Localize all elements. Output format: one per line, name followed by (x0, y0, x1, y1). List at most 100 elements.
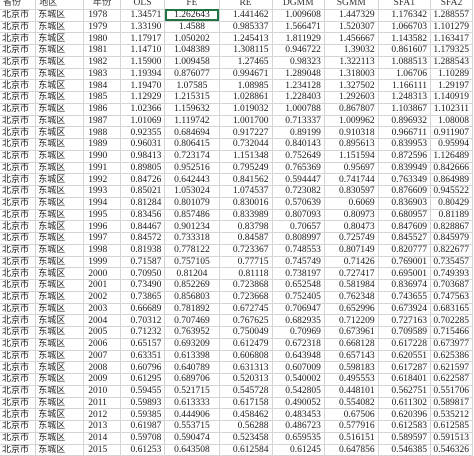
cell-re[interactable]: 0.723868 (218, 279, 273, 292)
cell-year[interactable]: 2004 (83, 314, 121, 327)
cell-region[interactable]: 东城区 (35, 67, 85, 81)
cell-sgmm[interactable]: 0.895613 (323, 138, 379, 151)
cell-sfa2[interactable]: 1.140919 (429, 91, 474, 104)
cell-dgmm[interactable]: 1.811929 (271, 32, 325, 45)
cell-fe[interactable]: 0.876077 (164, 67, 220, 81)
cell-sfa1[interactable]: 0.589597 (377, 431, 431, 445)
column-header-re[interactable]: RE (218, 0, 273, 10)
cell-fe[interactable]: 0.613398 (164, 349, 220, 363)
cell-region[interactable]: 东城区 (35, 396, 85, 410)
cell-re[interactable]: 0.833989 (218, 208, 273, 222)
cell-sgmm[interactable]: 0.762348 (323, 290, 379, 304)
cell-re[interactable]: 1.245413 (218, 32, 273, 45)
cell-ols[interactable]: 1.12929 (119, 91, 166, 104)
cell-sgmm[interactable]: 0.67506 (323, 408, 379, 421)
cell-dgmm[interactable]: 1.289048 (271, 67, 325, 81)
cell-re[interactable]: 0.523458 (218, 431, 273, 445)
cell-year[interactable]: 1981 (83, 44, 121, 57)
cell-region[interactable]: 东城区 (35, 208, 85, 222)
cell-sfa1[interactable]: 0.847609 (377, 220, 431, 233)
column-header-sfa2[interactable]: SFA2 (429, 0, 474, 10)
cell-ols[interactable]: 0.98413 (119, 149, 166, 163)
cell-sfa1[interactable]: 0.617287 (377, 361, 431, 374)
cell-sfa1[interactable]: 0.611302 (377, 396, 431, 410)
cell-fe[interactable]: 0.781892 (164, 302, 220, 316)
cell-sgmm[interactable]: 1.292603 (323, 91, 379, 104)
cell-year[interactable]: 1994 (83, 196, 121, 210)
cell-province[interactable]: 北京市 (0, 431, 37, 445)
cell-fe[interactable]: 0.806415 (164, 138, 220, 151)
cell-sgmm[interactable]: 1.447329 (323, 8, 379, 22)
cell-dgmm[interactable]: 0.765369 (271, 161, 325, 175)
cell-sgmm[interactable]: 0.712209 (323, 314, 379, 327)
cell-sfa1[interactable]: 0.743655 (377, 290, 431, 304)
cell-ols[interactable]: 0.63351 (119, 349, 166, 363)
cell-dgmm[interactable]: 1.234128 (271, 79, 325, 92)
cell-dgmm[interactable]: 0.570639 (271, 196, 325, 210)
cell-region[interactable]: 东城区 (35, 138, 85, 151)
cell-sgmm[interactable]: 1.322113 (323, 55, 379, 69)
cell-year[interactable]: 2010 (83, 384, 121, 398)
cell-sfa2[interactable]: 0.591513 (429, 431, 474, 445)
cell-ols[interactable]: 1.01069 (119, 114, 166, 128)
cell-re[interactable]: 0.545728 (218, 384, 273, 398)
cell-sfa1[interactable]: 0.612583 (377, 420, 431, 433)
cell-ols[interactable]: 0.81284 (119, 196, 166, 210)
cell-sfa2[interactable]: 1.179325 (429, 44, 474, 57)
cell-ols[interactable]: 0.73865 (119, 290, 166, 304)
cell-sfa2[interactable]: 1.102311 (429, 102, 474, 116)
cell-province[interactable]: 北京市 (0, 185, 37, 198)
cell-fe[interactable]: 0.857486 (164, 208, 220, 222)
cell-sfa1[interactable]: 1.06706 (377, 67, 431, 81)
cell-province[interactable]: 北京市 (0, 384, 37, 398)
cell-ols[interactable]: 0.96031 (119, 138, 166, 151)
cell-re[interactable]: 0.672745 (218, 302, 273, 316)
cell-re[interactable]: 0.612479 (218, 337, 273, 351)
cell-sfa1[interactable]: 0.562751 (377, 384, 431, 398)
cell-year[interactable]: 1980 (83, 32, 121, 45)
cell-region[interactable]: 东城区 (35, 373, 85, 386)
cell-sgmm[interactable]: 0.657143 (323, 349, 379, 363)
cell-re[interactable]: 0.841562 (218, 173, 273, 186)
cell-sfa1[interactable]: 0.966711 (377, 126, 431, 139)
cell-year[interactable]: 1997 (83, 232, 121, 245)
cell-sfa1[interactable]: 0.896932 (377, 114, 431, 128)
cell-year[interactable]: 1986 (83, 102, 121, 116)
cell-sfa2[interactable]: 0.911907 (429, 126, 474, 139)
cell-province[interactable]: 北京市 (0, 243, 37, 257)
cell-ols[interactable]: 1.34571 (119, 8, 166, 22)
cell-year[interactable]: 1979 (83, 20, 121, 34)
cell-province[interactable]: 北京市 (0, 79, 37, 92)
cell-sgmm[interactable]: 0.652996 (323, 302, 379, 316)
cell-fe[interactable]: 0.684694 (164, 126, 220, 139)
cell-sfa2[interactable]: 1.101279 (429, 20, 474, 34)
cell-sgmm[interactable]: 0.727417 (323, 267, 379, 280)
cell-province[interactable]: 北京市 (0, 149, 37, 163)
cell-sfa1[interactable]: 0.617228 (377, 337, 431, 351)
cell-region[interactable]: 东城区 (35, 267, 85, 280)
cell-year[interactable]: 2006 (83, 337, 121, 351)
cell-re[interactable]: 0.77715 (218, 255, 273, 269)
cell-dgmm[interactable]: 0.752405 (271, 290, 325, 304)
cell-province[interactable]: 北京市 (0, 396, 37, 410)
cell-year[interactable]: 1983 (83, 67, 121, 81)
column-header-fe[interactable]: FE (164, 0, 220, 10)
cell-ols[interactable]: 1.19470 (119, 79, 166, 92)
cell-sgmm[interactable]: 0.554082 (323, 396, 379, 410)
cell-sgmm[interactable]: 0.725749 (323, 232, 379, 245)
cell-year[interactable]: 2007 (83, 349, 121, 363)
cell-dgmm[interactable]: 0.706947 (271, 302, 325, 316)
cell-re[interactable]: 0.56288 (218, 420, 273, 433)
cell-dgmm[interactable]: 0.808997 (271, 232, 325, 245)
cell-province[interactable]: 北京市 (0, 32, 37, 45)
cell-sfa2[interactable]: 0.612585 (429, 420, 474, 433)
cell-dgmm[interactable]: 0.490052 (271, 396, 325, 410)
cell-region[interactable]: 东城区 (35, 314, 85, 327)
cell-re[interactable]: 0.83798 (218, 220, 273, 233)
cell-ols[interactable]: 1.14710 (119, 44, 166, 57)
cell-year[interactable]: 2003 (83, 302, 121, 316)
cell-ols[interactable]: 0.66689 (119, 302, 166, 316)
cell-region[interactable]: 东城区 (35, 79, 85, 92)
cell-dgmm[interactable]: 0.98323 (271, 55, 325, 69)
cell-province[interactable]: 北京市 (0, 232, 37, 245)
